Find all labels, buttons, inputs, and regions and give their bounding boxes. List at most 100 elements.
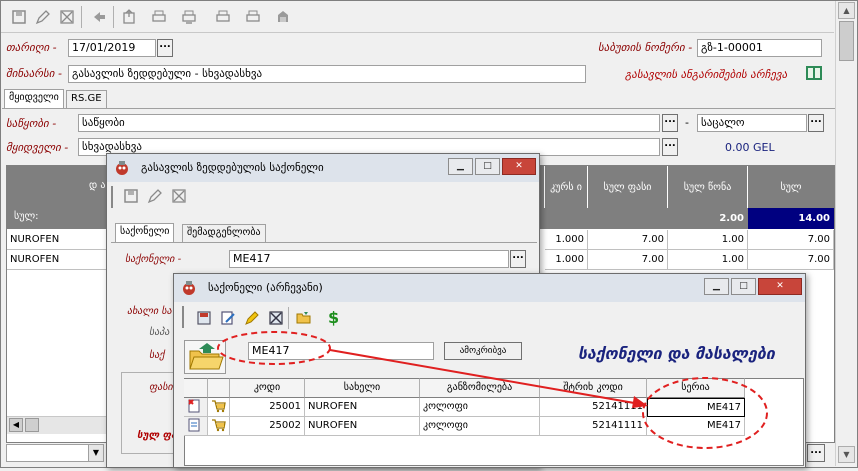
goods-maximize-button[interactable]: □ — [475, 158, 500, 175]
tab-divider — [2, 108, 835, 109]
toolbar-separator — [113, 6, 114, 28]
goods-picker-button[interactable]: ... — [510, 250, 526, 268]
goods-minimize-button[interactable]: ▁ — [448, 158, 473, 175]
picker-search-field[interactable]: ME417 — [248, 342, 434, 360]
save-icon[interactable] — [123, 188, 139, 207]
picker-minimize-button[interactable]: ▁ — [704, 278, 729, 295]
grid-row-2-total-weight[interactable]: 1.00 — [668, 250, 748, 270]
list-header-series[interactable]: სერია — [647, 378, 745, 398]
save-icon[interactable] — [196, 310, 212, 329]
grid-row-1-total-weight[interactable]: 1.00 — [668, 230, 748, 250]
note-label: შინაარსი - — [6, 67, 62, 80]
tab-goods[interactable]: საქონელი — [115, 223, 175, 243]
grid-row-2-rate[interactable]: 1.000 — [545, 250, 588, 270]
grid-row-1-rate[interactable]: 1.000 — [545, 230, 588, 250]
row-1-new-doc-icon[interactable] — [184, 398, 208, 417]
new-goods-label: ახალი სა — [127, 306, 172, 317]
tab-buyer[interactable]: მყიდველი — [4, 89, 64, 109]
row-2-unit[interactable]: კოლოფი — [420, 417, 540, 436]
grid-header-rate: კურს ი — [545, 166, 588, 208]
scroll-down-button[interactable]: ▼ — [838, 446, 855, 463]
list-header-code[interactable]: კოდი — [230, 378, 305, 398]
doc-number-field[interactable]: გზ-1-00001 — [697, 39, 822, 57]
total-row-cells — [545, 208, 668, 229]
print-icon[interactable] — [149, 7, 169, 27]
main-toolbar — [1, 1, 834, 33]
delete-icon[interactable] — [57, 7, 77, 27]
print-preview-icon[interactable] — [179, 7, 199, 27]
date-field[interactable]: 17/01/2019 — [68, 39, 156, 57]
warehouse-picker-button[interactable]: ... — [662, 114, 678, 132]
row-1-unit[interactable]: კოლოფი — [420, 398, 540, 417]
row-1-name[interactable]: NUROFEN — [305, 398, 420, 417]
row-1-code[interactable]: 25001 — [230, 398, 305, 417]
goods-field[interactable]: ME417 — [229, 250, 509, 268]
tab-composition[interactable]: შემადგენლობა — [182, 224, 266, 242]
dollar-icon[interactable]: $ — [328, 308, 339, 327]
edit-icon[interactable] — [33, 7, 53, 27]
price-type-field[interactable]: საცალო — [697, 114, 807, 132]
copy-icon[interactable] — [213, 7, 233, 27]
picker-maximize-button[interactable]: □ — [731, 278, 756, 295]
list-header-cart — [208, 378, 230, 398]
hscroll-thumb[interactable] — [25, 418, 39, 432]
date-picker-button[interactable]: ... — [157, 39, 173, 57]
app-icon — [113, 159, 131, 177]
row-1-barcode[interactable]: 52141111 — [540, 398, 647, 417]
vertical-scrollbar[interactable]: ▲ ▼ — [835, 1, 856, 466]
warehouse-field[interactable]: საწყობი — [78, 114, 660, 132]
bottom-picker-button[interactable]: ... — [807, 444, 825, 462]
grid-row-2-total[interactable]: 7.00 — [748, 250, 834, 270]
list-header-barcode[interactable]: შტრიხ კოდი — [540, 378, 647, 398]
delete-icon[interactable] — [268, 310, 284, 329]
price-type-picker-button[interactable]: ... — [808, 114, 824, 132]
row-2-series[interactable]: ME417 — [647, 417, 745, 436]
row-2-code[interactable]: 25002 — [230, 417, 305, 436]
grid-header-total: სულ — [748, 166, 834, 208]
back-arrow-icon[interactable] — [89, 7, 109, 27]
hscroll-left-button[interactable]: ◀ — [9, 418, 23, 432]
grid-row-2-name[interactable]: NUROFEN — [7, 250, 110, 270]
row-1-cart-icon[interactable] — [208, 398, 230, 417]
row-2-cart-icon[interactable] — [208, 417, 230, 436]
row-2-name[interactable]: NUROFEN — [305, 417, 420, 436]
tab-rsge[interactable]: RS.GE — [66, 90, 107, 108]
grid-row-1-name[interactable]: NUROFEN — [7, 230, 110, 250]
book-icon[interactable] — [804, 63, 824, 83]
paste-icon[interactable] — [243, 7, 263, 27]
row-2-doc-icon[interactable] — [184, 417, 208, 436]
grid-row-1-total[interactable]: 7.00 — [748, 230, 834, 250]
new-doc-icon[interactable] — [244, 310, 260, 329]
scroll-thumb[interactable] — [839, 21, 854, 61]
list-header-unit[interactable]: განზომილება — [420, 378, 540, 398]
toolbar-separator — [81, 6, 82, 28]
total-row-label: სულ: — [14, 211, 39, 222]
edit-icon[interactable] — [220, 310, 236, 329]
date-label: თარიღი - — [6, 41, 57, 54]
invoice-select-link[interactable]: გასავლის ანგარიშების არჩევა — [625, 68, 787, 81]
row-2-barcode[interactable]: 52141111 — [540, 417, 647, 436]
goods-close-button[interactable]: ✕ — [502, 158, 536, 175]
delete-icon[interactable] — [171, 188, 187, 207]
folder-open-button[interactable] — [184, 340, 226, 374]
toolbar-grip — [111, 186, 113, 208]
save-icon[interactable] — [9, 7, 29, 27]
search-button[interactable]: ამოკრიბვა — [444, 342, 522, 360]
edit-icon[interactable] — [147, 188, 163, 207]
total-row-weight: 2.00 — [668, 208, 748, 229]
list-header-name[interactable]: სახელი — [305, 378, 420, 398]
chevron-down-icon[interactable]: ▼ — [88, 445, 103, 461]
scroll-up-button[interactable]: ▲ — [838, 2, 855, 19]
picker-close-button[interactable]: ✕ — [758, 278, 802, 295]
export-icon[interactable] — [119, 7, 139, 27]
dash-separator: - — [685, 116, 689, 129]
buyer-picker-button[interactable]: ... — [662, 138, 678, 156]
grid-row-1-total-price[interactable]: 7.00 — [588, 230, 668, 250]
grid-row-2-total-price[interactable]: 7.00 — [588, 250, 668, 270]
toolbar-separator — [288, 307, 289, 329]
grid-header-total-price: სულ ფასი — [588, 166, 668, 208]
archive-icon[interactable] — [273, 7, 293, 27]
row-1-series[interactable]: ME417 — [647, 398, 745, 417]
open-folder-icon[interactable] — [296, 310, 312, 329]
note-field[interactable]: გასავლის ზედდებული - სხვადასხვა — [68, 65, 586, 83]
